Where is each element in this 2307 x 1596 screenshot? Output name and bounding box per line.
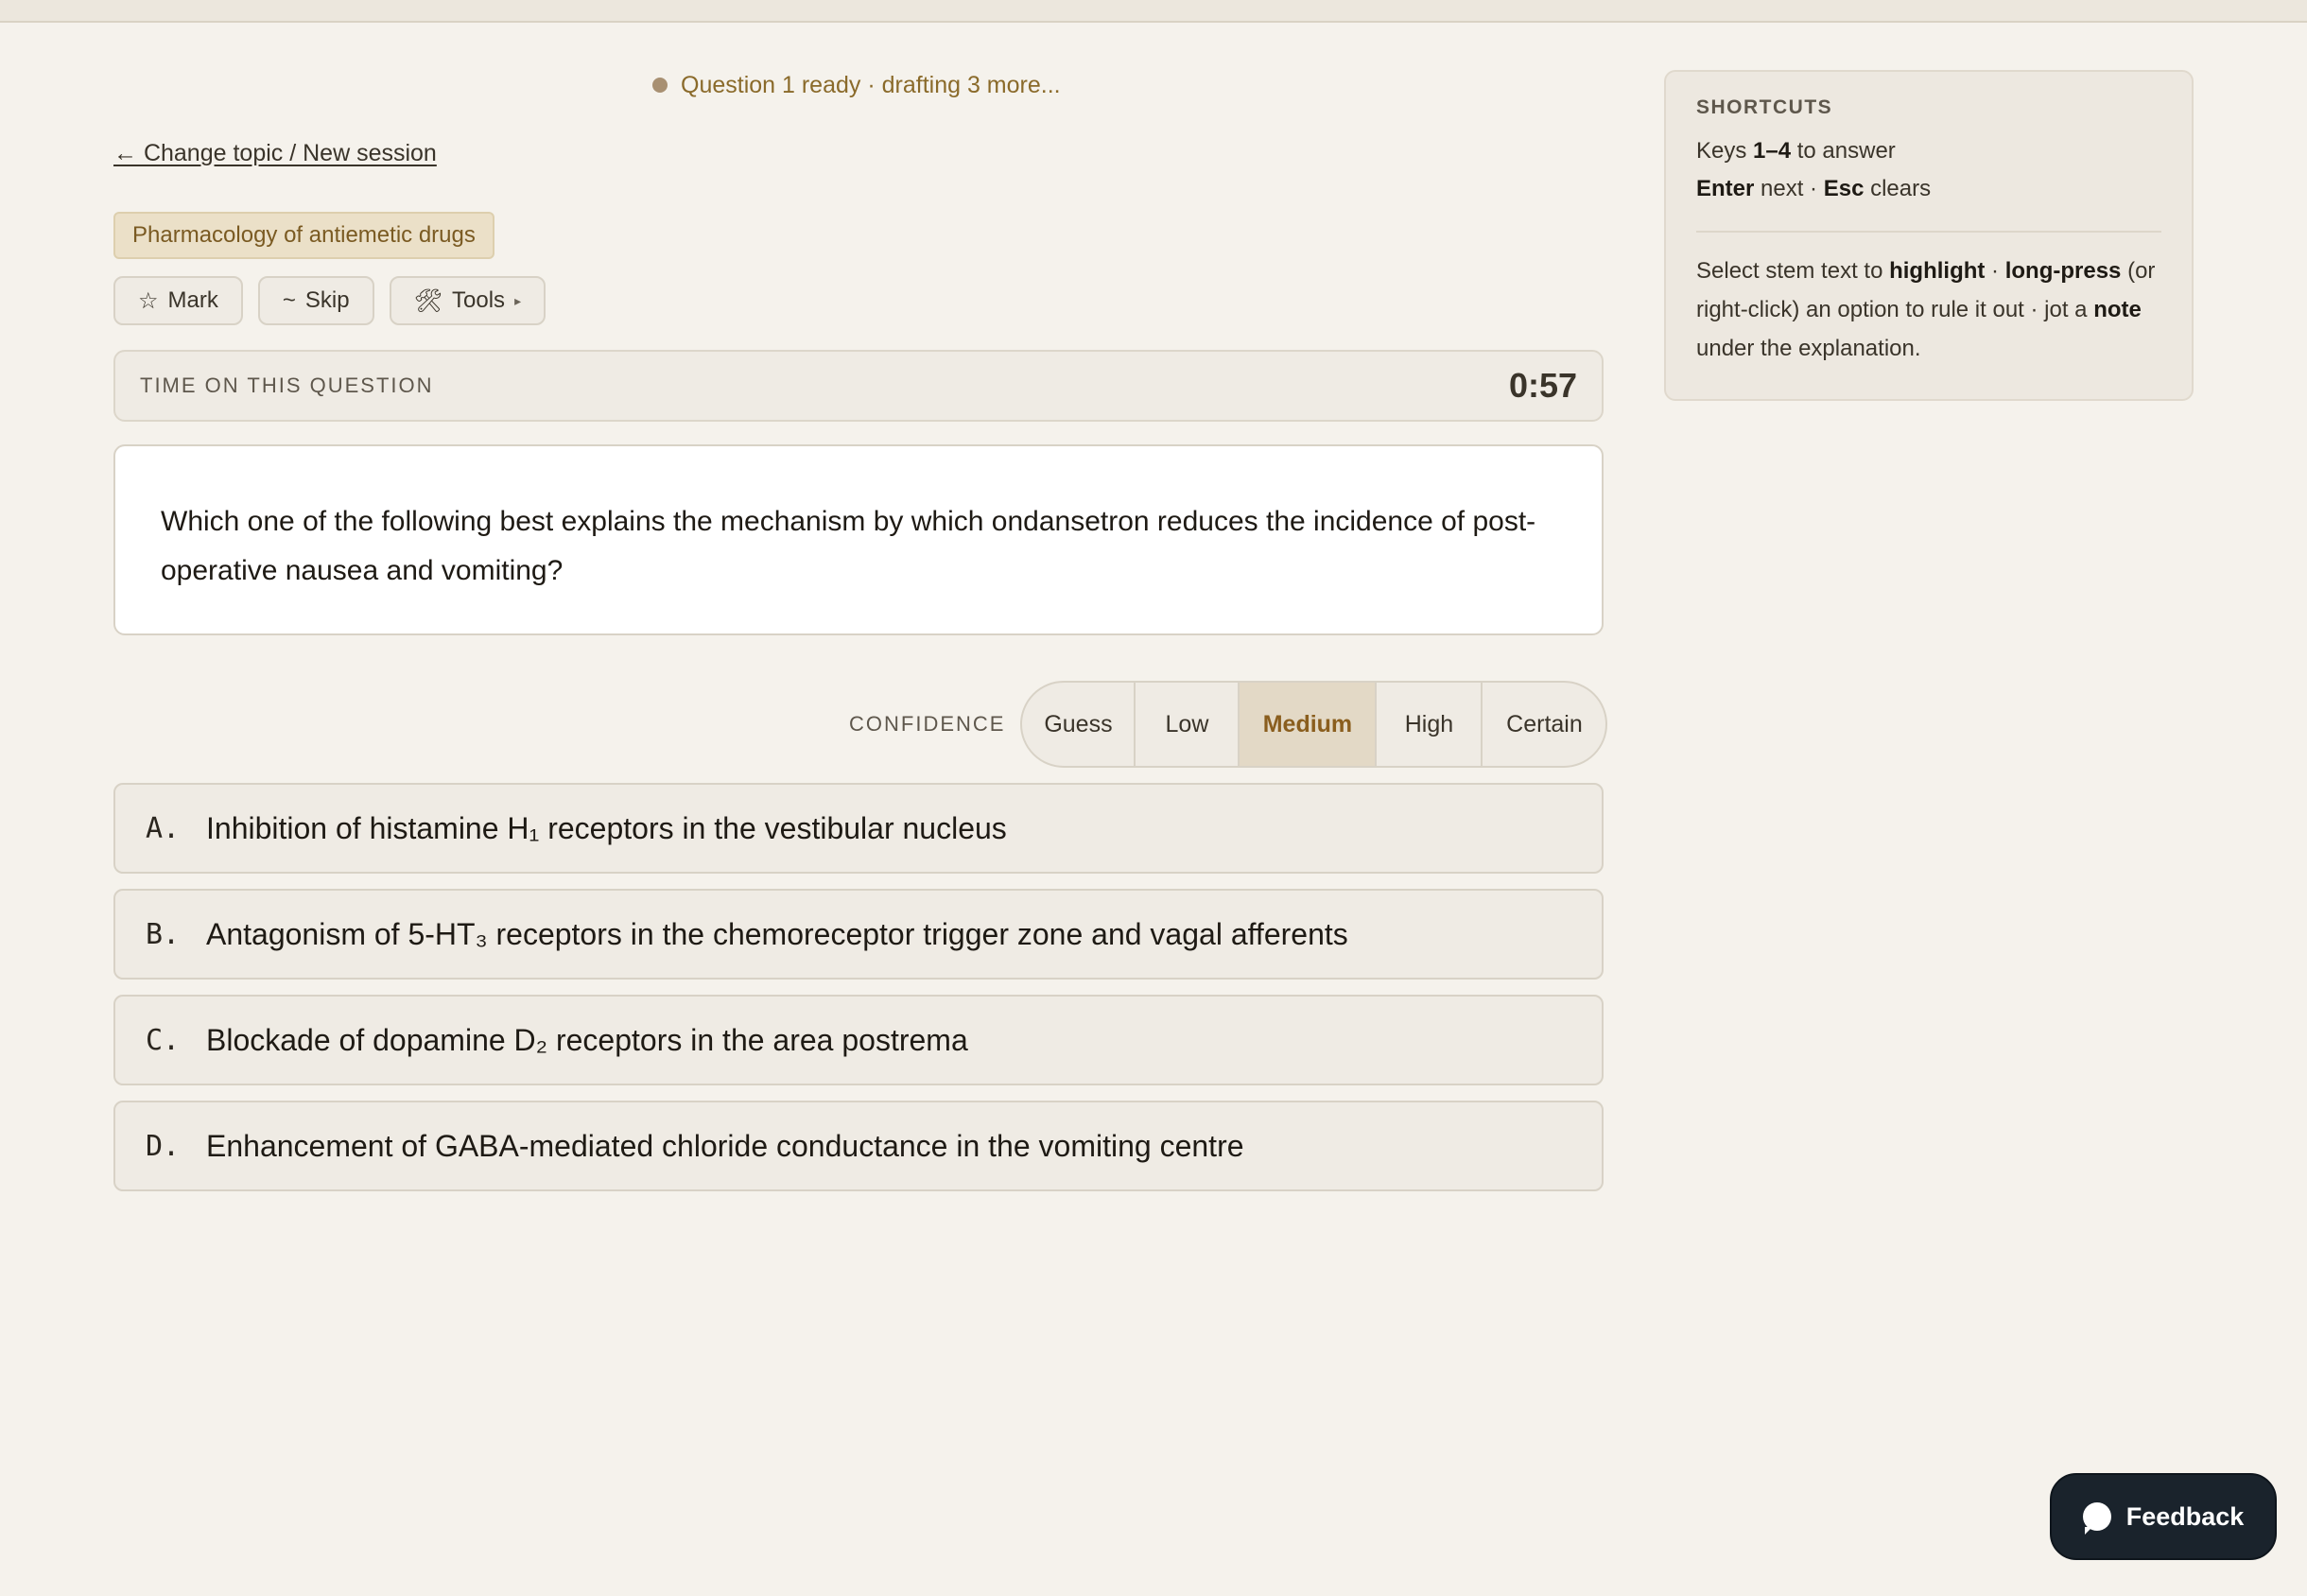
tools-button[interactable]: 🛠 Tools ▸ <box>389 276 546 325</box>
generation-status: Question 1 ready · drafting 3 more... <box>652 68 1061 102</box>
confidence-label: CONFIDENCE <box>849 712 1006 736</box>
shortcut-key: Enter <box>1696 176 1755 201</box>
chat-bubble-icon <box>2082 1502 2111 1535</box>
answer-text: Blockade of dopamine D₂ receptors in the… <box>206 1022 968 1057</box>
mark-button[interactable]: ☆ Mark <box>113 276 243 325</box>
question-timer: TIME ON THIS QUESTION 0:57 <box>113 350 1604 422</box>
shortcut-key: 1–4 <box>1753 138 1792 164</box>
shortcut-text: next · <box>1754 176 1824 201</box>
tip-keyword: highlight <box>1889 258 1986 284</box>
answer-letter: D. <box>146 1129 181 1163</box>
topic-badge: Pharmacology of antiemetic drugs <box>113 212 494 259</box>
skip-button[interactable]: ~ Skip <box>257 276 374 325</box>
question-toolbar: ☆ Mark ~ Skip 🛠 Tools ▸ <box>113 276 546 325</box>
shortcut-text: Keys <box>1696 138 1754 164</box>
shortcuts-divider <box>1696 231 2161 233</box>
feedback-button[interactable]: Feedback <box>2050 1473 2277 1560</box>
answer-option-a[interactable]: A. Inhibition of histamine H₁ receptors … <box>113 783 1604 874</box>
answer-options: A. Inhibition of histamine H₁ receptors … <box>113 783 1604 1191</box>
tip-keyword: note <box>2093 297 2142 322</box>
shortcut-line-navigation: Enter next · Esc clears <box>1696 170 2161 208</box>
tip-text: · <box>1985 258 2005 284</box>
status-dot-icon <box>652 78 668 93</box>
question-stem-text[interactable]: Which one of the following best explains… <box>161 506 1535 586</box>
change-topic-link[interactable]: ← Change topic / New session <box>113 140 437 167</box>
confidence-option-certain[interactable]: Certain <box>1483 683 1605 766</box>
confidence-option-medium[interactable]: Medium <box>1240 683 1378 766</box>
shortcuts-title: SHORTCUTS <box>1696 96 1833 118</box>
answer-letter: A. <box>146 811 181 845</box>
confidence-segmented-control: Guess Low Medium High Certain <box>1020 681 1608 768</box>
tools-button-label: Tools <box>452 287 506 313</box>
topic-label: Pharmacology of antiemetic drugs <box>132 222 476 248</box>
shortcut-key: Esc <box>1823 176 1865 201</box>
shortcut-tips: Select stem text to highlight · long-pre… <box>1696 252 2161 368</box>
shortcuts-panel: SHORTCUTS Keys 1–4 to answer Enter next … <box>1664 70 2194 401</box>
skip-button-label: Skip <box>304 287 350 313</box>
hammer-wrench-icon: 🛠 <box>413 287 443 314</box>
answer-option-b[interactable]: B. Antagonism of 5-HT₃ receptors in the … <box>113 889 1604 980</box>
answer-option-d[interactable]: D. Enhancement of GABA-mediated chloride… <box>113 1101 1604 1191</box>
timer-value: 0:57 <box>1508 366 1577 405</box>
answer-text: Inhibition of histamine H₁ receptors in … <box>206 810 1007 845</box>
feedback-label: Feedback <box>2125 1501 2245 1531</box>
answer-letter: C. <box>146 1023 181 1057</box>
shortcut-text: clears <box>1864 176 1932 201</box>
mark-button-label: Mark <box>167 287 218 313</box>
top-bar <box>0 0 2307 23</box>
shortcut-line-answer: Keys 1–4 to answer <box>1696 132 2161 170</box>
skip-icon: ~ <box>282 287 296 313</box>
status-text: Question 1 ready · drafting 3 more... <box>681 71 1061 98</box>
confidence-option-high[interactable]: High <box>1377 683 1483 766</box>
tip-text: under the explanation. <box>1696 336 1921 361</box>
answer-option-c[interactable]: C. Blockade of dopamine D₂ receptors in … <box>113 995 1604 1085</box>
tip-text: Select stem text to <box>1696 258 1890 284</box>
answer-text: Antagonism of 5-HT₃ receptors in the che… <box>206 916 1348 951</box>
confidence-option-low[interactable]: Low <box>1136 683 1240 766</box>
timer-label: TIME ON THIS QUESTION <box>140 373 434 397</box>
confidence-selector: CONFIDENCE Guess Low Medium High Certain <box>849 681 1608 768</box>
star-icon: ☆ <box>138 287 159 314</box>
caret-right-icon: ▸ <box>514 292 522 308</box>
answer-text: Enhancement of GABA-mediated chloride co… <box>206 1128 1244 1163</box>
question-stem[interactable]: Which one of the following best explains… <box>113 444 1604 635</box>
tip-keyword: long-press <box>2004 258 2122 284</box>
confidence-option-guess[interactable]: Guess <box>1022 683 1136 766</box>
shortcut-text: to answer <box>1791 138 1896 164</box>
answer-letter: B. <box>146 917 181 951</box>
